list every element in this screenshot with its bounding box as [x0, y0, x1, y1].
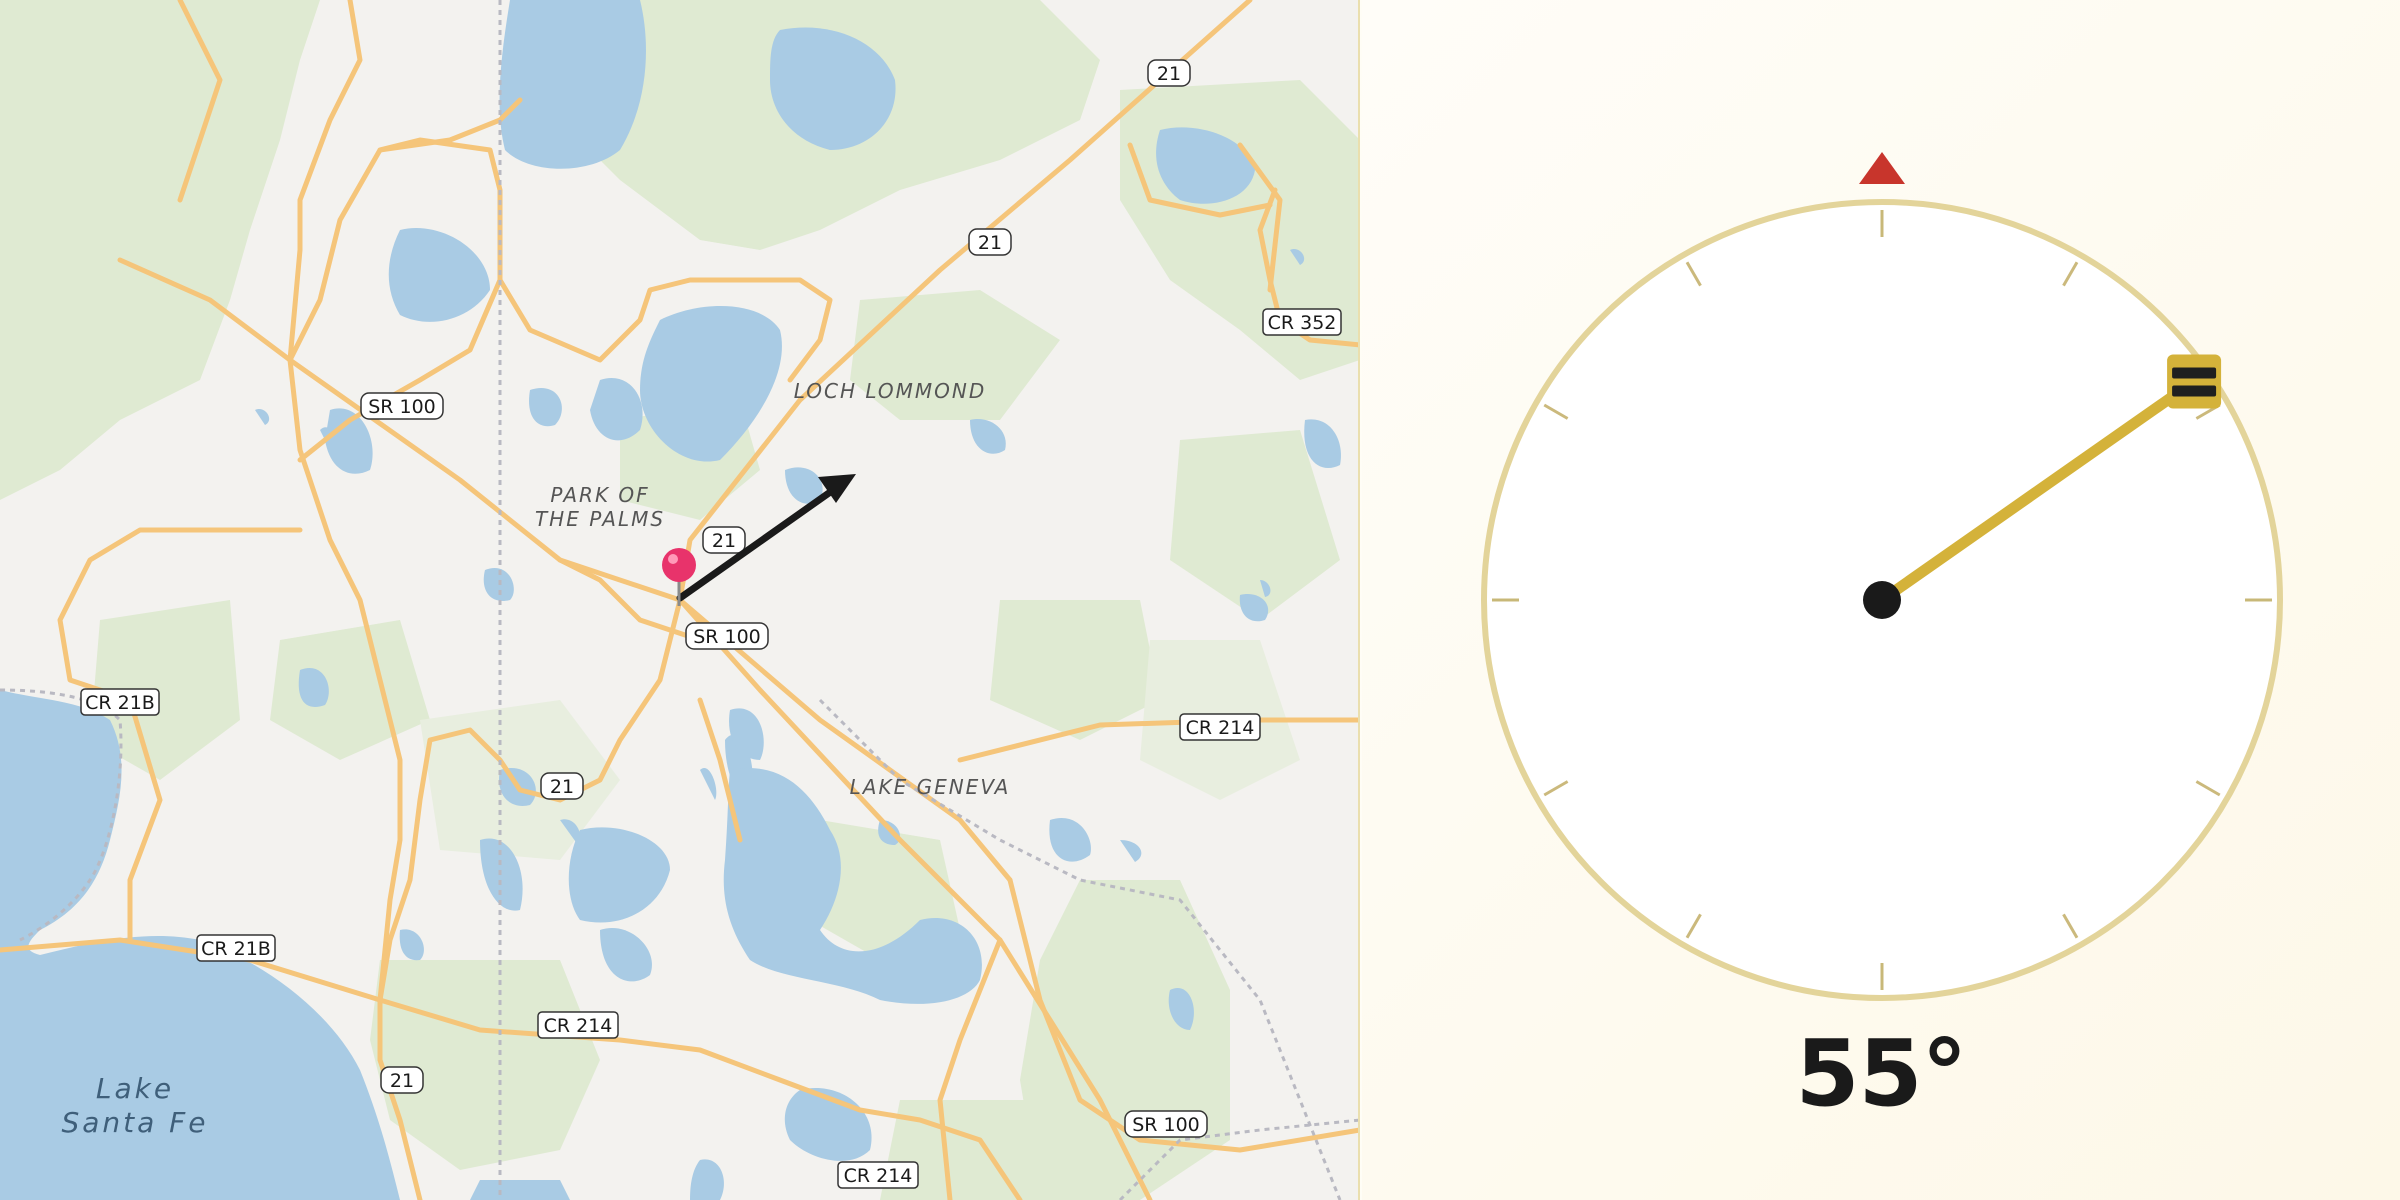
- svg-text:CR 21B: CR 21B: [85, 692, 155, 714]
- road-shield: CR 21B: [80, 688, 160, 716]
- road-shield: SR 100: [360, 392, 444, 420]
- bearing-readout: 55°: [1795, 1020, 1967, 1127]
- road-shield: CR 214: [837, 1161, 919, 1189]
- svg-text:21: 21: [390, 1070, 414, 1092]
- svg-text:21: 21: [712, 530, 736, 552]
- place-label-park-of-the-palms: THE PALMS: [535, 507, 665, 531]
- place-label-loch-lommond: LOCH LOMMOND: [794, 379, 987, 403]
- svg-text:CR 214: CR 214: [544, 1015, 613, 1037]
- road-shield: CR 214: [537, 1011, 619, 1039]
- road-shield: SR 100: [685, 622, 769, 650]
- compass-panel: 55°: [1362, 0, 2400, 1200]
- svg-text:CR 352: CR 352: [1268, 312, 1337, 334]
- svg-text:21: 21: [978, 232, 1002, 254]
- road-shield: 21: [702, 526, 746, 554]
- road-shield: CR 21B: [196, 934, 276, 962]
- svg-text:CR 21B: CR 21B: [201, 938, 271, 960]
- road-shield: 21: [1147, 59, 1191, 87]
- svg-text:21: 21: [1157, 63, 1181, 85]
- svg-text:21: 21: [550, 776, 574, 798]
- road-shield: 21: [540, 772, 584, 800]
- svg-text:CR 214: CR 214: [844, 1165, 913, 1187]
- svg-text:SR 100: SR 100: [1132, 1114, 1200, 1136]
- road-shield: SR 100: [1124, 1110, 1208, 1138]
- place-label-lake-geneva: LAKE GENEVA: [850, 775, 1011, 799]
- place-label-park-of-the-palms: PARK OF: [550, 483, 649, 507]
- svg-text:CR 214: CR 214: [1186, 717, 1255, 739]
- lake-label: Santa Fe: [61, 1106, 208, 1139]
- svg-text:SR 100: SR 100: [368, 396, 436, 418]
- road-shield: CR 214: [1179, 713, 1261, 741]
- map-view[interactable]: LOCH LOMMOND PARK OF THE PALMS LAKE GENE…: [0, 0, 1360, 1200]
- road-shield: 21: [380, 1066, 424, 1094]
- map-canvas: LOCH LOMMOND PARK OF THE PALMS LAKE GENE…: [0, 0, 1358, 1200]
- lake-label: Lake: [96, 1072, 174, 1105]
- drag-handle-icon[interactable]: [2167, 354, 2222, 409]
- road-shield: CR 352: [1262, 308, 1342, 336]
- north-triangle-icon: [1859, 152, 1905, 184]
- svg-text:SR 100: SR 100: [693, 626, 761, 648]
- road-shield: 21: [968, 228, 1012, 256]
- compass-center: [1863, 581, 1901, 619]
